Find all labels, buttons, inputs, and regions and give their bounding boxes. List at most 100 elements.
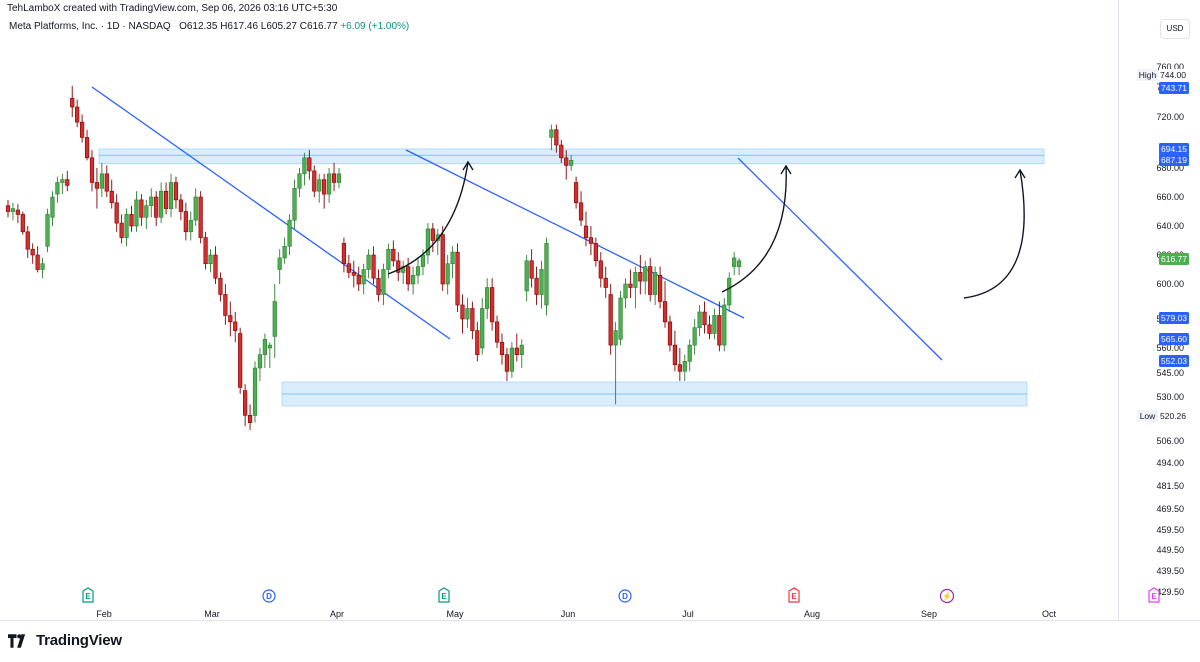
candle-body xyxy=(35,254,40,270)
candle-body xyxy=(223,294,228,316)
candle xyxy=(475,321,480,362)
event-markers: E D E D E ⚡ E xyxy=(82,587,1160,604)
candle xyxy=(361,263,366,295)
candle-body xyxy=(65,179,70,186)
price-tick-label: 494.00 xyxy=(1156,458,1184,468)
price-label-text: 552.03 xyxy=(1161,356,1187,366)
candle xyxy=(198,191,203,244)
candle xyxy=(144,199,149,229)
candle xyxy=(297,168,302,197)
candle xyxy=(114,194,119,232)
candle-body xyxy=(608,294,613,346)
candle xyxy=(40,257,45,279)
candle xyxy=(178,194,184,221)
price-tick-label: 469.50 xyxy=(1156,504,1184,514)
candle xyxy=(25,226,30,258)
candle xyxy=(252,361,258,423)
candle xyxy=(544,237,549,316)
candle-body xyxy=(119,222,124,238)
candle-body xyxy=(455,251,460,306)
candle-body xyxy=(144,205,149,218)
candle xyxy=(203,231,208,270)
candlestick-chart[interactable]: 760.00744.00720.00680.00660.00640.00620.… xyxy=(0,0,1200,620)
candle xyxy=(415,257,421,284)
candle xyxy=(687,339,692,372)
time-axis-separator xyxy=(0,620,1200,621)
candle xyxy=(331,162,337,192)
candle-body xyxy=(643,266,648,282)
event-marker: D xyxy=(262,589,276,603)
tradingview-logo[interactable]: TradingView xyxy=(8,632,122,649)
candle xyxy=(657,266,663,309)
candle-body xyxy=(247,415,253,423)
time-axis: Feb Mar Apr May Jun Jul Aug Sep Oct xyxy=(96,609,1056,619)
candle xyxy=(65,170,70,192)
candle-body xyxy=(94,182,100,189)
candle xyxy=(554,124,559,153)
candle xyxy=(430,223,435,253)
candle xyxy=(608,284,613,355)
candle-body xyxy=(569,160,574,166)
candle xyxy=(336,168,342,189)
candle xyxy=(277,249,282,284)
candle-body xyxy=(109,190,114,204)
candle-body xyxy=(633,272,638,288)
candle-body xyxy=(657,274,663,302)
candle-body xyxy=(465,308,470,320)
candle-body xyxy=(712,315,717,334)
candle-body xyxy=(727,277,732,306)
candle xyxy=(302,152,307,186)
projection-arrow-1 xyxy=(387,160,474,275)
candle-body xyxy=(529,260,534,279)
candle-body xyxy=(648,266,653,295)
candle-body xyxy=(193,196,198,221)
candle-body xyxy=(732,257,737,267)
candle-body xyxy=(420,254,426,267)
candle-body xyxy=(549,129,554,138)
candle xyxy=(247,404,253,430)
candle-body xyxy=(60,179,65,183)
candle xyxy=(99,162,104,197)
candle xyxy=(618,291,623,346)
candle-body xyxy=(322,179,327,195)
candle xyxy=(623,278,628,309)
candle xyxy=(94,168,100,209)
candle xyxy=(465,298,470,328)
candle-body xyxy=(99,173,104,189)
time-tick-label: Oct xyxy=(1042,609,1057,619)
candle xyxy=(282,237,287,264)
candle-body xyxy=(509,347,514,372)
price-label: 694.15 xyxy=(1159,143,1189,155)
candle-body xyxy=(737,260,742,267)
candle-body xyxy=(702,311,707,326)
event-marker: E xyxy=(438,587,450,603)
price-label-text: 694.15 xyxy=(1161,144,1187,154)
candle-body xyxy=(410,274,416,285)
price-tick-label: 459.50 xyxy=(1156,525,1184,535)
candle xyxy=(490,278,495,331)
event-marker-text: D xyxy=(266,592,272,601)
candle-body xyxy=(381,269,386,295)
candle-body xyxy=(168,182,174,209)
price-tick-label: 429.50 xyxy=(1156,587,1184,597)
candle xyxy=(702,301,707,334)
candle xyxy=(529,249,534,288)
event-marker-text: E xyxy=(85,592,91,601)
price-label-text: 744.00 xyxy=(1160,70,1186,80)
candle xyxy=(238,327,243,394)
candle-body xyxy=(139,199,144,218)
candle xyxy=(267,342,272,368)
event-marker: E xyxy=(1148,587,1160,603)
price-label-text: 616.77 xyxy=(1161,254,1187,264)
candle-body xyxy=(672,344,677,365)
candle-body xyxy=(499,341,505,355)
candle-body xyxy=(287,219,292,247)
candle-body xyxy=(297,173,302,189)
candle xyxy=(480,298,485,355)
price-axis: 760.00744.00720.00680.00660.00640.00620.… xyxy=(1137,62,1189,597)
candle xyxy=(509,342,514,378)
event-marker: E xyxy=(82,587,94,603)
candle-body xyxy=(524,260,529,292)
price-label: 565.60 xyxy=(1159,333,1189,345)
candle xyxy=(697,305,702,337)
